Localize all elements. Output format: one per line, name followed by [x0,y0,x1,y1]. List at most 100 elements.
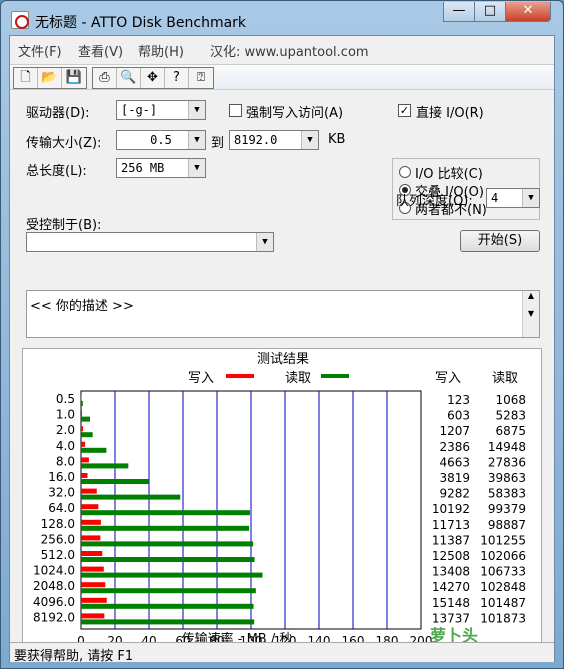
read-bar [81,619,255,625]
status-text: 要获得帮助, 请按 F1 [14,649,134,664]
status-bar: 要获得帮助, 请按 F1 [10,642,554,664]
move-icon[interactable]: ✥ [141,68,165,88]
settings-panel: 驱动器(D): [-g-] ▼ 强制写入访问(A) ✓ 直接 I/O(R) 传输… [10,92,554,648]
read-value: 101873 [480,611,526,625]
print-preview-icon[interactable]: 🔍 [117,68,141,88]
read-column-header: 读取 [492,371,518,386]
print-icon[interactable]: ⎙ [93,68,117,88]
client-area: 文件(F) 查看(V) 帮助(H) 汉化: www.upantool.com 🗋… [9,35,555,664]
io-compare-radio[interactable] [399,166,411,178]
read-bar [81,572,263,578]
read-bar [81,510,250,516]
read-bar [81,416,90,422]
write-value: 603 [447,409,470,423]
y-tick-label: 512.0 [41,548,75,562]
write-bar [81,519,101,525]
total-length-select[interactable]: 256 MB ▼ [116,158,206,178]
maximize-button[interactable]: □ [474,2,506,22]
results-panel: 测试结果 写入 读取 写入 读取 0 20 40 60 80 100 120 140 160 18… [22,348,542,648]
controlled-by-label: 受控制于(B): [26,218,102,233]
read-value: 106733 [480,565,526,579]
write-bar [81,473,88,478]
minimize-button[interactable]: — [443,2,475,22]
drive-label: 驱动器(D): [26,106,90,121]
menu-file[interactable]: 文件(F) [18,41,62,60]
context-help-icon[interactable]: ⍰ [189,68,213,88]
read-value: 6875 [495,424,526,438]
force-write-checkbox[interactable] [229,104,242,117]
write-bar [81,551,103,556]
plot-area: 0 20 40 60 80 100 120 140 160 180 2000.5 123 10681.0… [33,390,526,648]
y-tick-label: 4.0 [56,439,75,453]
write-bar [81,535,101,541]
write-value: 11713 [432,518,470,532]
app-logo-icon[interactable] [11,11,29,29]
save-disk-icon[interactable]: 💾 [62,68,86,88]
close-button[interactable]: ✕ [505,2,551,22]
read-value: 39863 [488,471,526,485]
read-value: 27836 [488,455,526,469]
y-tick-label: 16.0 [48,470,75,484]
results-chart: 测试结果 写入 读取 写入 读取 0 20 40 60 80 100 120 140 160 18… [33,352,526,648]
transfer-to-select[interactable]: 8192.0 ▼ [229,130,319,150]
write-value: 3819 [439,471,470,485]
chevron-down-icon: ▼ [256,233,273,251]
write-value: 2386 [439,440,470,454]
menu-bar: 文件(F) 查看(V) 帮助(H) 汉化: www.upantool.com [10,36,554,62]
read-value: 1068 [495,393,526,407]
menu-localization[interactable]: 汉化: www.upantool.com [210,41,369,60]
start-button[interactable]: 开始(S) [460,230,540,252]
write-bar [81,441,86,447]
app-window: 无标题 - ATTO Disk Benchmark — □ ✕ 文件(F) 查看… [0,0,564,669]
title-bar[interactable]: 无标题 - ATTO Disk Benchmark — □ ✕ [1,1,563,35]
write-bar [81,504,99,510]
controlled-by-select[interactable]: ▼ [26,232,274,252]
window-title: 无标题 - ATTO Disk Benchmark [35,15,247,31]
queue-depth-label: 队列深度(Q): [396,194,473,209]
drive-select[interactable]: [-g-] ▼ [116,100,206,120]
write-bar [81,597,107,603]
legend-write-swatch [226,374,254,378]
write-bar [81,613,105,619]
description-field[interactable]: << 你的描述 >> ▲ ▼ [26,290,540,338]
read-value: 101487 [480,596,526,610]
kb-unit-label: KB [328,132,346,147]
write-bar [81,582,106,588]
read-bar [81,557,255,562]
write-bar [81,457,89,463]
menu-help[interactable]: 帮助(H) [138,41,184,60]
write-column-header: 写入 [435,371,461,386]
y-tick-label: 8.0 [56,454,75,468]
read-bar [81,432,93,438]
read-value: 99379 [488,502,526,516]
read-bar [81,541,254,547]
read-value: 101255 [480,533,526,547]
read-bar [81,525,250,531]
y-tick-label: 32.0 [48,486,75,500]
write-bar [81,488,97,494]
legend-write-label: 写入 [188,371,214,386]
read-bar [81,463,129,469]
read-value: 102848 [480,580,526,594]
legend-read-label: 读取 [285,371,311,386]
y-tick-label: 8192.0 [33,610,75,624]
to-label: 到 [211,136,225,151]
read-value: 98887 [488,518,526,532]
io-compare-label: I/O 比较(C) [415,167,483,182]
transfer-from-select[interactable]: 0.5 ▼ [116,130,206,150]
read-bar [81,588,256,594]
read-bar [81,494,181,500]
queue-depth-select[interactable]: 4 ▼ [486,188,540,208]
write-value: 12508 [432,549,470,563]
description-scrollbar[interactable]: ▲ ▼ [522,291,539,337]
menu-view[interactable]: 查看(V) [78,41,123,60]
y-tick-label: 64.0 [48,501,75,515]
direct-io-label: 直接 I/O(R) [416,106,484,121]
write-bar [81,426,84,432]
help-icon[interactable]: ? [165,68,189,88]
write-value: 1207 [439,424,470,438]
open-folder-icon[interactable]: 📂 [38,68,62,88]
direct-io-checkbox[interactable]: ✓ [398,104,411,117]
read-value: 5283 [495,409,526,423]
new-document-icon[interactable]: 🗋 [14,68,38,88]
